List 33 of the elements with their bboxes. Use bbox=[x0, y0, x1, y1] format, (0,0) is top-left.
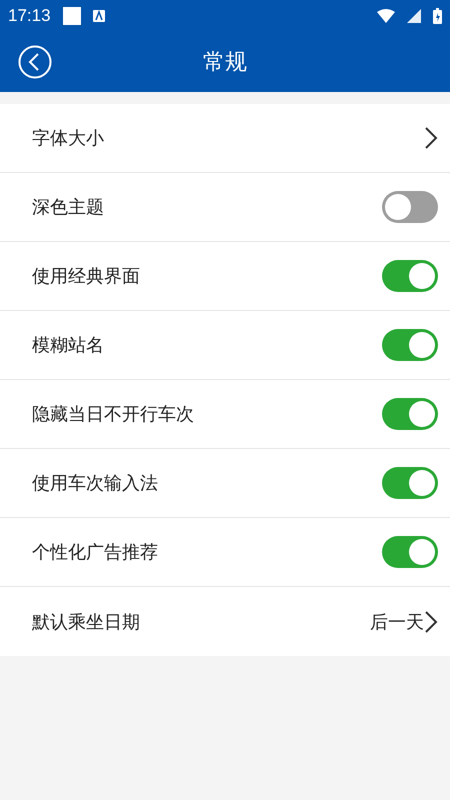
status-time: 17:13 bbox=[8, 6, 51, 26]
settings-row[interactable]: 深色主题 bbox=[0, 173, 450, 242]
settings-row[interactable]: 使用经典界面 bbox=[0, 242, 450, 311]
toggle-switch[interactable] bbox=[382, 536, 438, 568]
settings-row[interactable]: 使用车次输入法 bbox=[0, 449, 450, 518]
back-button[interactable] bbox=[18, 45, 52, 79]
toggle-switch[interactable] bbox=[382, 260, 438, 292]
setting-label: 默认乘坐日期 bbox=[32, 610, 141, 634]
setting-label: 使用车次输入法 bbox=[32, 472, 159, 495]
settings-row[interactable]: 字体大小 bbox=[0, 104, 450, 173]
toggle-switch[interactable] bbox=[382, 467, 438, 499]
page-title: 常规 bbox=[203, 49, 247, 77]
setting-label: 模糊站名 bbox=[32, 334, 105, 357]
settings-row[interactable]: 个性化广告推荐 bbox=[0, 518, 450, 587]
settings-row[interactable]: 默认乘坐日期 后一天 bbox=[0, 587, 450, 656]
notification-icon bbox=[92, 10, 105, 22]
chevron-right-icon bbox=[424, 610, 438, 634]
setting-label: 个性化广告推荐 bbox=[32, 541, 159, 564]
setting-value: 后一天 bbox=[370, 610, 424, 634]
wifi-icon bbox=[377, 9, 395, 23]
chevron-right-icon bbox=[424, 126, 438, 150]
toggle-switch[interactable] bbox=[382, 329, 438, 361]
setting-label: 字体大小 bbox=[32, 127, 105, 150]
signal-icon bbox=[407, 9, 421, 23]
setting-label: 隐藏当日不开行车次 bbox=[32, 403, 195, 426]
notification-icon bbox=[62, 7, 81, 25]
toggle-switch[interactable] bbox=[382, 398, 438, 430]
settings-row[interactable]: 隐藏当日不开行车次 bbox=[0, 380, 450, 449]
battery-icon bbox=[433, 8, 442, 24]
setting-label: 深色主题 bbox=[32, 196, 105, 219]
setting-label: 使用经典界面 bbox=[32, 265, 141, 288]
toggle-switch[interactable] bbox=[382, 191, 438, 223]
settings-row[interactable]: 模糊站名 bbox=[0, 311, 450, 380]
